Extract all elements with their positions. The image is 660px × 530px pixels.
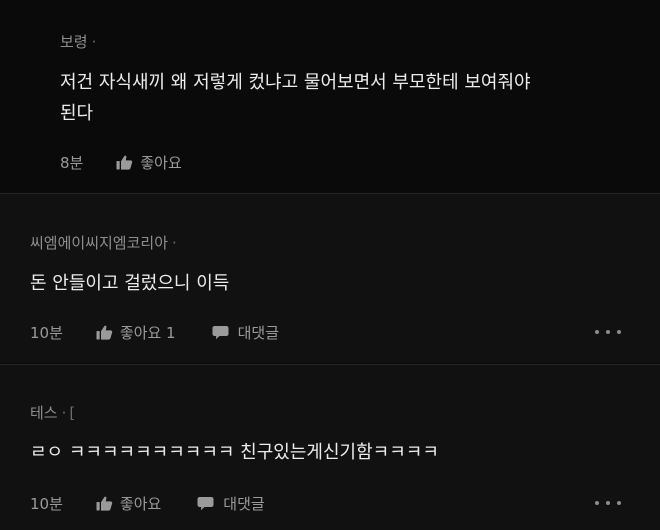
more-dot: [606, 501, 610, 505]
comment-text-line: ㄹㅇ ㅋㅋㅋㅋㅋㅋㅋㅋㅋㅋ 친구있는게신기함ㅋㅋㅋㅋ: [30, 442, 439, 463]
like-button[interactable]: 좋아요: [116, 152, 182, 173]
comment-meta: 10분 좋아요 대댓글: [30, 493, 265, 514]
like-button[interactable]: 좋아요: [96, 493, 161, 514]
comment-meta: 8분 좋아요: [60, 152, 218, 173]
more-dot: [595, 501, 599, 505]
author-separator: ·: [91, 33, 97, 51]
reply-button[interactable]: 대댓글: [197, 493, 265, 514]
thumbs-up-icon: [116, 155, 133, 170]
like-button[interactable]: 좋아요 1: [96, 322, 176, 343]
author-suffix: [: [69, 404, 76, 422]
comment-time: 10분: [30, 495, 63, 513]
like-label: 좋아요: [140, 154, 182, 172]
comment-text-line: 저건 자식새끼 왜 저렇게 컸냐고 물어보면서 부모한테 보여줘야: [60, 72, 531, 93]
more-dot: [617, 501, 621, 505]
author-name[interactable]: 보령: [60, 33, 88, 51]
author-name[interactable]: 씨엠에이씨지엠코리아: [30, 234, 168, 252]
reply-button[interactable]: 대댓글: [212, 322, 279, 343]
comment-3: 테스 ·[ ㄹㅇ ㅋㅋㅋㅋㅋㅋㅋㅋㅋㅋ 친구있는게신기함ㅋㅋㅋㅋ 10분 좋아요 …: [0, 364, 660, 530]
comment-2: 씨엠에이씨지엠코리아 · 돈 안들이고 걸렀으니 이득 10분 좋아요 1 대댓글: [0, 193, 660, 363]
more-dots-icon[interactable]: [595, 498, 621, 508]
comment-meta: 10분 좋아요 1 대댓글: [30, 322, 279, 343]
thumbs-up-icon: [96, 496, 113, 511]
comment-1: 보령 · 저건 자식새끼 왜 저렇게 컸냐고 물어보면서 부모한테 보여줘야 된다…: [0, 0, 660, 193]
like-label: 좋아요 1: [119, 324, 176, 342]
more-dot: [606, 330, 610, 334]
comment-text: ㄹㅇ ㅋㅋㅋㅋㅋㅋㅋㅋㅋㅋ 친구있는게신기함ㅋㅋㅋㅋ: [30, 437, 439, 468]
comment-text: 저건 자식새끼 왜 저렇게 컸냐고 물어보면서 부모한테 보여줘야 된다: [60, 67, 531, 129]
comment-text-line: 돈 안들이고 걸렀으니 이득: [30, 273, 230, 294]
more-dot: [617, 330, 621, 334]
more-dots-icon[interactable]: [595, 327, 621, 337]
comment-time: 8분: [60, 154, 84, 172]
more-dot: [595, 330, 599, 334]
comment-text: 돈 안들이고 걸렀으니 이득: [30, 268, 229, 299]
speech-bubble-icon: [197, 497, 214, 511]
comment-author[interactable]: 테스 ·[: [30, 402, 75, 423]
comment-time: 10분: [30, 324, 63, 342]
comment-author[interactable]: 씨엠에이씨지엠코리아 ·: [30, 232, 177, 253]
author-name[interactable]: 테스: [30, 404, 58, 422]
thumbs-up-icon: [96, 325, 113, 340]
speech-bubble-icon: [212, 326, 229, 340]
comment-author[interactable]: 보령 ·: [60, 31, 96, 52]
reply-label: 대댓글: [237, 324, 280, 342]
author-separator: ·: [61, 404, 67, 422]
like-label: 좋아요: [119, 495, 162, 513]
author-separator: ·: [172, 234, 177, 252]
reply-label: 대댓글: [223, 495, 265, 513]
comment-text-line: 된다: [60, 103, 94, 124]
